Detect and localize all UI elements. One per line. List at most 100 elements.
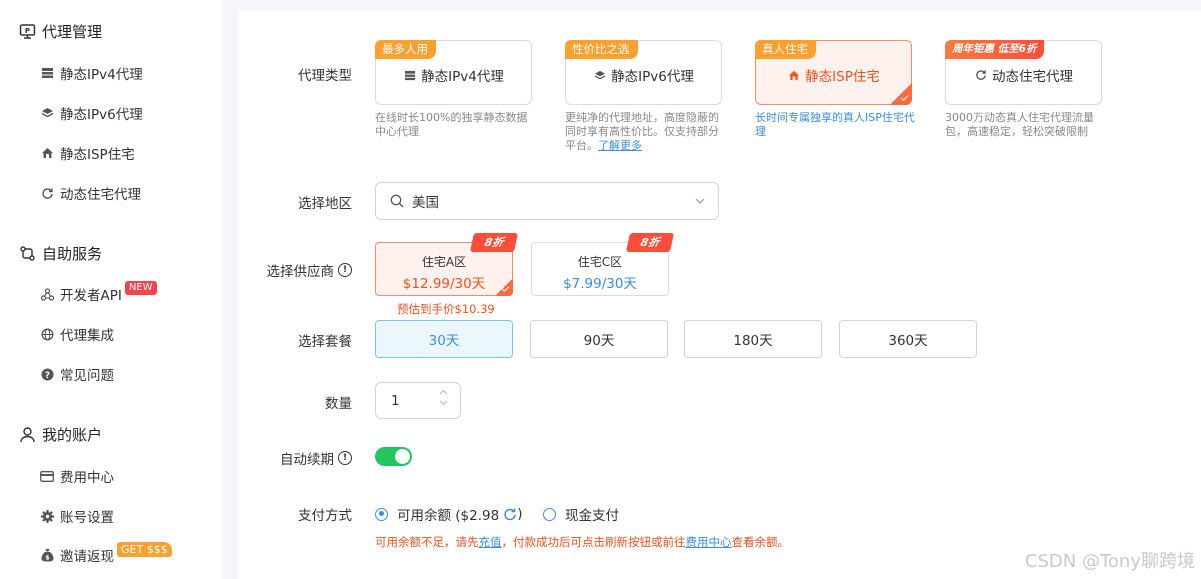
package-option-180[interactable]: 180天 bbox=[684, 320, 822, 358]
payment-note: 可用余额不足，请先充值，付款成功后可点击刷新按钮或前往费用中心查看余额。 bbox=[375, 534, 789, 550]
get-money-badge: GET $$$ bbox=[117, 541, 172, 557]
package-label: 选择套餐 bbox=[298, 334, 352, 350]
sidebar-item-label: 静态IPv6代理 bbox=[60, 107, 143, 123]
auto-renew-toggle[interactable] bbox=[375, 447, 412, 466]
proxy-type-desc: 在线时长100%的独享静态数据中心代理 bbox=[375, 111, 528, 138]
chevron-up-icon[interactable] bbox=[439, 389, 448, 395]
sidebar-item-billing[interactable]: 费用中心 bbox=[40, 466, 114, 486]
proxy-type-card-static-ipv4[interactable]: 最多人用 静态IPv4代理 bbox=[375, 40, 532, 105]
supplier-name: 住宅C区 bbox=[577, 255, 623, 269]
sidebar-item-label: 常见问题 bbox=[60, 368, 114, 384]
svg-text:$: $ bbox=[45, 555, 49, 562]
section-proxy-management[interactable]: P 代理管理 bbox=[18, 21, 102, 42]
chevron-down-icon[interactable] bbox=[439, 400, 448, 406]
proxy-type-desc: 长时间专属独享的真人ISP住宅代理 bbox=[755, 111, 915, 138]
user-icon bbox=[18, 426, 36, 444]
section-self-service[interactable]: 自助服务 bbox=[18, 243, 102, 264]
sidebar-item-referral-cashback[interactable]: $ 邀请返现 GET $$$ bbox=[40, 541, 172, 565]
section-label: 自助服务 bbox=[42, 245, 103, 263]
cash-label: 现金支付 bbox=[565, 508, 619, 524]
selected-check-icon bbox=[890, 83, 912, 105]
gear-icon bbox=[40, 509, 54, 523]
recharge-link[interactable]: 充值 bbox=[479, 535, 502, 549]
proxy-type-card-dynamic-residential[interactable]: 周年钜惠 低至6折 动态住宅代理 bbox=[945, 40, 1102, 105]
sidebar-item-label: 邀请返现 bbox=[60, 549, 114, 565]
discount-badge: 8折 bbox=[625, 233, 675, 252]
proxy-type-tag: 性价比之选 bbox=[565, 40, 638, 59]
info-icon[interactable]: ! bbox=[338, 451, 352, 465]
monitor-icon: P bbox=[18, 23, 36, 41]
nodes-icon bbox=[40, 287, 54, 301]
sidebar-item-account-settings[interactable]: 账号设置 bbox=[40, 506, 114, 526]
chevron-down-icon bbox=[695, 198, 705, 204]
sidebar-item-static-ipv6[interactable]: 静态IPv6代理 bbox=[40, 103, 143, 123]
learn-more-link[interactable]: 了解更多 bbox=[598, 139, 642, 152]
proxy-type-card-static-isp[interactable]: 真人住宅 静态ISP住宅 bbox=[755, 40, 912, 105]
discount-badge: 8折 bbox=[469, 233, 519, 252]
proxy-type-card-static-ipv6[interactable]: 性价比之选 静态IPv6代理 bbox=[565, 40, 722, 105]
route-icon bbox=[18, 245, 36, 263]
proxy-type-title: 静态IPv4代理 bbox=[376, 65, 531, 85]
radio-selected[interactable] bbox=[375, 507, 388, 521]
section-label: 代理管理 bbox=[42, 23, 103, 41]
sidebar-item-label: 账号设置 bbox=[60, 510, 114, 526]
supplier-label-text: 选择供应商 bbox=[266, 264, 335, 280]
refresh-icon bbox=[40, 186, 54, 200]
package-option-30[interactable]: 30天 bbox=[375, 320, 513, 358]
section-my-account[interactable]: 我的账户 bbox=[18, 424, 102, 445]
moneybag-icon: $ bbox=[40, 548, 54, 562]
quantity-value: 1 bbox=[391, 392, 400, 409]
question-icon: ? bbox=[40, 367, 54, 381]
estimated-price: 预估到手价$10.39 bbox=[397, 302, 495, 316]
refresh-icon[interactable] bbox=[503, 508, 517, 521]
proxy-type-desc: 更纯净的代理地址，高度隐蔽的同时享有高性价比。仅支持部分平台。 bbox=[565, 111, 719, 152]
note-text: 可用余额不足，请先 bbox=[375, 535, 479, 549]
radio-unselected[interactable] bbox=[543, 507, 556, 521]
sidebar-item-dynamic-residential[interactable]: 动态住宅代理 bbox=[40, 183, 141, 203]
quantity-stepper[interactable]: 1 bbox=[375, 382, 461, 419]
server-icon bbox=[40, 66, 54, 80]
proxy-type-name: 静态IPv4代理 bbox=[421, 69, 504, 85]
sidebar-item-static-isp[interactable]: 静态ISP住宅 bbox=[40, 143, 135, 163]
home-icon bbox=[787, 69, 800, 82]
selected-check-icon bbox=[495, 278, 513, 296]
payment-option-cash[interactable]: 现金支付 bbox=[543, 504, 619, 524]
supplier-label: 选择供应商 ! bbox=[266, 260, 352, 280]
payment-option-balance[interactable]: 可用余额 ($2.98 ) bbox=[375, 504, 523, 524]
package-option-360[interactable]: 360天 bbox=[839, 320, 977, 358]
sidebar-item-static-ipv4[interactable]: 静态IPv4代理 bbox=[40, 63, 143, 83]
sidebar-item-faq[interactable]: ? 常见问题 bbox=[40, 364, 114, 384]
sidebar-item-proxy-integration[interactable]: 代理集成 bbox=[40, 324, 114, 344]
section-label: 我的账户 bbox=[42, 426, 103, 444]
refresh-icon bbox=[974, 69, 987, 82]
proxy-type-desc-wrapper: 更纯净的代理地址，高度隐蔽的同时享有高性价比。仅支持部分平台。了解更多 bbox=[565, 111, 723, 153]
billing-center-link[interactable]: 费用中心 bbox=[686, 535, 732, 549]
supplier-price: $7.99/30天 bbox=[563, 276, 637, 292]
region-select[interactable]: 美国 bbox=[375, 182, 719, 220]
proxy-type-title: 动态住宅代理 bbox=[946, 65, 1101, 85]
layers-icon bbox=[40, 106, 54, 120]
package-option-90[interactable]: 90天 bbox=[530, 320, 668, 358]
supplier-card-residential-c[interactable]: 8折 住宅C区 $7.99/30天 bbox=[531, 233, 675, 296]
proxy-type-title: 静态ISP住宅 bbox=[756, 65, 911, 85]
server-icon bbox=[403, 69, 416, 82]
proxy-type-tag: 最多人用 bbox=[375, 40, 436, 59]
order-form: 代理类型 最多人用 静态IPv4代理 在线时长100%的独享静态数据中心代理 性… bbox=[238, 10, 1201, 579]
proxy-type-tag: 周年钜惠 低至6折 bbox=[945, 40, 1045, 59]
supplier-card-residential-a[interactable]: 8折 住宅A区 $12.99/30天 bbox=[375, 233, 519, 296]
sidebar-item-label: 静态ISP住宅 bbox=[60, 147, 135, 163]
proxy-type-label: 代理类型 bbox=[298, 68, 352, 84]
sidebar-item-label: 静态IPv4代理 bbox=[60, 67, 143, 83]
proxy-type-name: 静态IPv6代理 bbox=[611, 69, 694, 85]
auto-renew-label: 自动续期 ! bbox=[280, 448, 352, 468]
info-icon[interactable]: ! bbox=[338, 263, 352, 277]
layers-icon bbox=[593, 69, 606, 82]
search-icon bbox=[390, 194, 404, 208]
balance-close: ) bbox=[517, 506, 523, 522]
proxy-type-tag: 真人住宅 bbox=[755, 40, 816, 59]
supplier-price: $12.99/30天 bbox=[402, 276, 486, 292]
home-icon bbox=[40, 146, 54, 160]
sidebar-item-developer-api[interactable]: 开发者API NEW bbox=[40, 281, 157, 304]
sidebar-item-label: 动态住宅代理 bbox=[60, 187, 141, 203]
note-text: 查看余额。 bbox=[731, 535, 790, 549]
